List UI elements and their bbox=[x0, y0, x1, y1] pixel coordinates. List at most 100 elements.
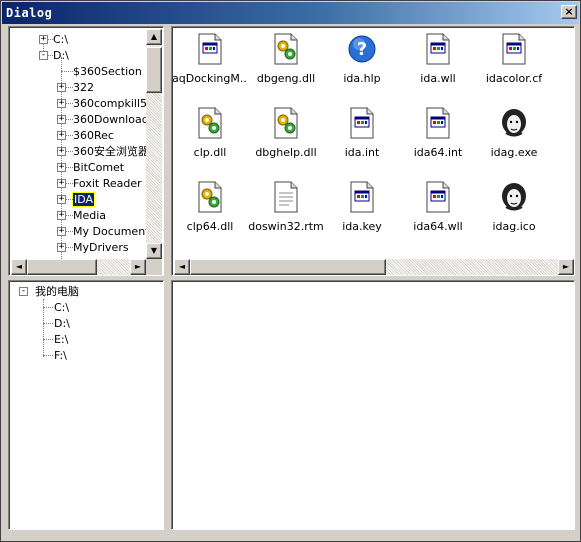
tree-item-label[interactable]: 我的电脑 bbox=[35, 285, 79, 298]
tree-item-row[interactable]: + Foxit Reader bbox=[9, 176, 144, 192]
tree-item-drive[interactable]: C:\ bbox=[9, 300, 159, 316]
file-name: dbgeng.dll bbox=[256, 72, 316, 85]
file-item[interactable]: aqDockingM... bbox=[172, 31, 248, 101]
scroll-thumb[interactable] bbox=[27, 259, 97, 275]
expand-toggle[interactable]: + bbox=[57, 163, 66, 172]
tree-item-row[interactable]: + C:\ bbox=[9, 32, 144, 48]
tree-item-row[interactable]: +360Rec bbox=[9, 128, 144, 144]
collapse-toggle[interactable]: - bbox=[19, 287, 28, 296]
tree-item-label[interactable]: 360Rec bbox=[73, 129, 114, 142]
expand-toggle[interactable]: + bbox=[57, 131, 66, 140]
tree-item-row[interactable]: + Media bbox=[9, 208, 144, 224]
text-file-icon bbox=[272, 181, 300, 213]
tree-item-label[interactable]: 360Downloads bbox=[73, 113, 154, 126]
tree-item-row[interactable]: +322 bbox=[9, 80, 144, 96]
file-name: ida64.wll bbox=[413, 220, 463, 233]
tree-item-row[interactable]: + BitComet bbox=[9, 160, 144, 176]
expand-toggle[interactable]: + bbox=[57, 227, 66, 236]
tree-item-row[interactable]: $360Section bbox=[9, 64, 144, 80]
tree-item-row[interactable]: - D:\ bbox=[9, 48, 144, 64]
window-file-icon bbox=[348, 107, 376, 139]
tree-connector bbox=[61, 71, 73, 72]
tree-item-label[interactable]: IDA bbox=[71, 192, 96, 207]
scroll-down-button[interactable]: ▼ bbox=[146, 243, 162, 259]
tree-item-label[interactable]: $360Section bbox=[73, 65, 142, 78]
tree-item-drive[interactable]: F:\ bbox=[9, 348, 159, 364]
file-item[interactable]: clp.dll bbox=[172, 105, 248, 175]
expand-toggle[interactable]: + bbox=[57, 115, 66, 124]
file-item[interactable]: ida64.int bbox=[400, 105, 476, 175]
file-list[interactable]: aqDockingM... dbgeng.dll? ida.hlp ida.wll id… bbox=[171, 26, 575, 276]
file-item[interactable]: doswin32.rtm bbox=[248, 179, 324, 249]
tree-item-row[interactable]: + IDA bbox=[9, 192, 144, 208]
tree-item-label[interactable]: Media bbox=[73, 209, 106, 222]
expand-toggle[interactable]: + bbox=[57, 243, 66, 252]
scroll-thumb[interactable] bbox=[146, 47, 162, 93]
scroll-right-button[interactable]: ► bbox=[558, 259, 574, 275]
file-item[interactable]: idag.exe bbox=[476, 105, 552, 175]
tree-item-label[interactable]: D:\ bbox=[54, 317, 70, 330]
close-button[interactable]: × bbox=[561, 5, 577, 19]
dll-gear-icon bbox=[272, 33, 300, 65]
computer-tree[interactable]: - 我的电脑 C:\ D:\ E:\ F:\ bbox=[8, 280, 164, 530]
tree-item-row[interactable]: +360Downloads bbox=[9, 112, 154, 128]
scroll-thumb[interactable] bbox=[190, 259, 386, 275]
tree-item-row[interactable]: + MyDrivers bbox=[9, 240, 144, 256]
tree-connector bbox=[43, 355, 53, 356]
tree-item-label[interactable]: 322 bbox=[73, 81, 94, 94]
tree-item-label[interactable]: E:\ bbox=[54, 333, 68, 346]
file-item[interactable]: ida.wll bbox=[400, 31, 476, 101]
scrollbar-corner bbox=[146, 259, 162, 275]
file-list-hscrollbar[interactable]: ◄ ► bbox=[174, 259, 574, 275]
file-item[interactable]: clp64.dll bbox=[172, 179, 248, 249]
file-item[interactable]: ida.key bbox=[324, 179, 400, 249]
file-item[interactable]: idag.ico bbox=[476, 179, 552, 249]
file-item[interactable]: dbghelp.dll bbox=[248, 105, 324, 175]
scroll-left-button[interactable]: ◄ bbox=[11, 259, 27, 275]
dll-gear-icon bbox=[272, 107, 300, 139]
window-file-icon bbox=[424, 33, 452, 65]
file-item[interactable]: dbgeng.dll bbox=[248, 31, 324, 101]
tree-item-label[interactable]: Foxit Reader bbox=[73, 177, 142, 190]
tree-item-my-computer[interactable]: - 我的电脑 bbox=[9, 284, 159, 300]
tree-item-label[interactable]: 360compkill5.0 bbox=[73, 97, 158, 110]
tree-item-drive[interactable]: D:\ bbox=[9, 316, 159, 332]
file-name: id bbox=[552, 220, 574, 233]
expand-toggle[interactable]: + bbox=[57, 99, 66, 108]
tree-item-label[interactable]: MyDrivers bbox=[73, 241, 129, 254]
title-bar[interactable]: Dialog × bbox=[2, 2, 579, 24]
file-item[interactable]: ida.int bbox=[324, 105, 400, 175]
file-item[interactable]: idacolor.cf bbox=[476, 31, 552, 101]
file-item[interactable]: ? ida.hlp bbox=[324, 31, 400, 101]
file-item[interactable]: idal bbox=[552, 105, 574, 175]
folder-tree-hscrollbar[interactable]: ◄ ► bbox=[11, 259, 146, 275]
scroll-left-button[interactable]: ◄ bbox=[174, 259, 190, 275]
tree-item-label[interactable]: BitComet bbox=[73, 161, 124, 174]
collapse-toggle[interactable]: - bbox=[39, 51, 48, 60]
scroll-right-button[interactable]: ► bbox=[130, 259, 146, 275]
file-item[interactable]: id bbox=[552, 179, 574, 249]
folder-tree-vscrollbar[interactable]: ▲ ▼ bbox=[146, 29, 162, 259]
expand-toggle[interactable]: + bbox=[39, 35, 48, 44]
tree-item-label[interactable]: 360安全浏览器 bbox=[73, 145, 149, 158]
tree-item-row[interactable]: +360安全浏览器 bbox=[9, 144, 149, 160]
expand-toggle[interactable]: + bbox=[57, 147, 66, 156]
scroll-up-button[interactable]: ▲ bbox=[146, 29, 162, 45]
folder-tree[interactable]: + C:\ - D:\ $360Section +322 +360compkill5.0 +3… bbox=[8, 26, 164, 276]
expand-toggle[interactable]: + bbox=[57, 179, 66, 188]
tree-connector bbox=[43, 323, 53, 324]
tree-connector bbox=[43, 339, 53, 340]
tree-item-row[interactable]: +360compkill5.0 bbox=[9, 96, 158, 112]
tree-item-drive[interactable]: E:\ bbox=[9, 332, 159, 348]
expand-toggle[interactable]: + bbox=[57, 83, 66, 92]
file-item[interactable]: ida64.wll bbox=[400, 179, 476, 249]
file-item[interactable]: ida bbox=[552, 31, 574, 101]
tree-item-label[interactable]: C:\ bbox=[53, 33, 68, 46]
expand-toggle[interactable]: + bbox=[57, 211, 66, 220]
expand-toggle[interactable]: + bbox=[57, 195, 66, 204]
tree-item-label[interactable]: My Documents bbox=[73, 225, 155, 238]
tree-item-row[interactable]: + My Documents bbox=[9, 224, 155, 240]
tree-item-label[interactable]: C:\ bbox=[54, 301, 69, 314]
tree-item-label[interactable]: F:\ bbox=[54, 349, 67, 362]
tree-item-label[interactable]: D:\ bbox=[53, 49, 69, 62]
